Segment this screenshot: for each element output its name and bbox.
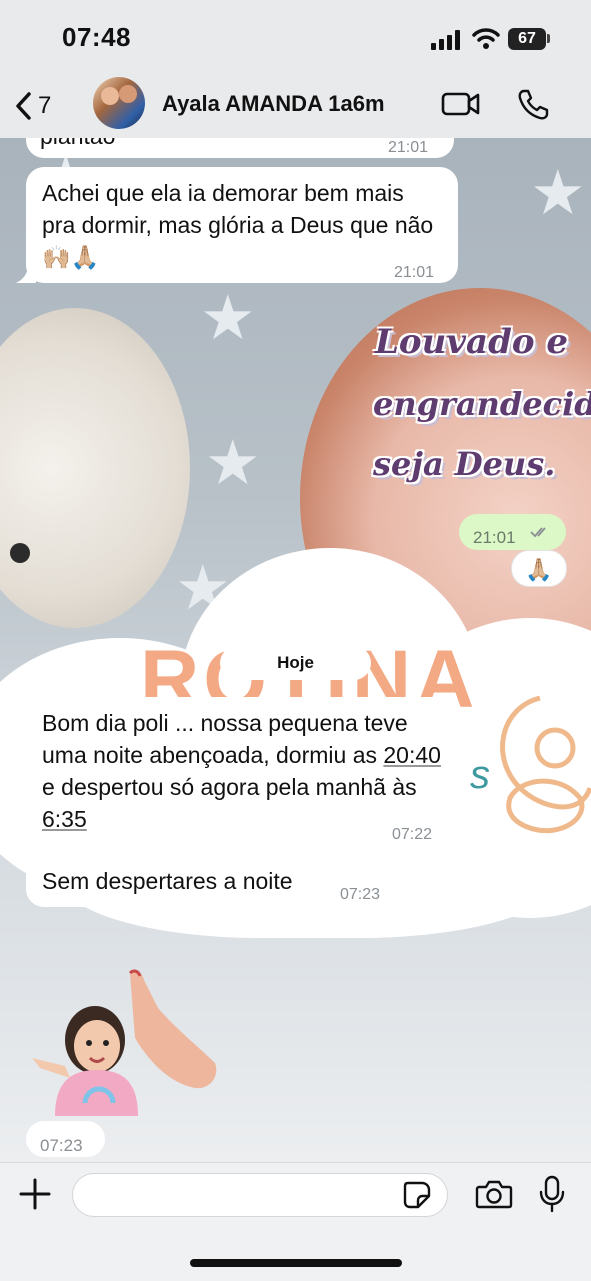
message-time: 07:23 xyxy=(340,886,381,903)
unread-count: 7 xyxy=(38,92,52,119)
phone-call-icon[interactable] xyxy=(516,88,550,122)
battery-icon: 67 xyxy=(508,28,546,50)
sticker-timestamp: 21:01 xyxy=(459,514,566,550)
wifi-icon xyxy=(472,28,500,49)
message-time: 21:01 xyxy=(473,528,516,547)
teddy-eye xyxy=(10,543,30,563)
time-link[interactable]: 6:35 xyxy=(42,806,87,832)
bubble-tail xyxy=(16,265,36,283)
reaction-badge[interactable]: 🙏🏼 xyxy=(511,550,567,587)
message-bubble-incoming[interactable]: Bom dia poli ... nossa pequena teve uma … xyxy=(26,697,458,849)
message-time: 07:22 xyxy=(392,826,433,843)
star-decoration: ★ xyxy=(205,429,261,498)
message-time: 07:23 xyxy=(40,1136,83,1155)
message-input[interactable] xyxy=(72,1173,448,1217)
status-time: 07:48 xyxy=(62,22,131,52)
star-decoration: ★ xyxy=(200,284,256,353)
sticker-text: seja Deus. xyxy=(373,445,556,483)
home-indicator xyxy=(190,1259,402,1267)
time-link[interactable]: 20:40 xyxy=(383,742,441,768)
wallpaper-decoration: s xyxy=(470,753,490,797)
back-button[interactable]: 7 xyxy=(14,84,74,128)
video-call-icon[interactable] xyxy=(441,90,481,118)
microphone-icon[interactable] xyxy=(538,1175,566,1213)
contact-name[interactable]: Ayala AMANDA 1a6m xyxy=(162,91,385,117)
battery-nub xyxy=(547,34,550,43)
mother-baby-illustration xyxy=(500,695,591,834)
child-photo-sticker[interactable] xyxy=(30,968,220,1118)
message-text: Sem despertares a noite xyxy=(42,868,293,894)
camera-icon[interactable] xyxy=(475,1178,513,1210)
date-divider: Hoje xyxy=(220,646,371,680)
teddy-bear-photo xyxy=(0,308,190,628)
message-bubble-incoming[interactable]: Achei que ela ia demorar bem mais pra do… xyxy=(26,167,458,283)
sticker-text: engrandecido xyxy=(373,385,591,423)
message-text-part: e despertou só agora pela manhã às xyxy=(42,774,417,800)
message-text: Achei que ela ia demorar bem mais pra do… xyxy=(42,180,434,270)
message-time: 21:01 xyxy=(394,264,435,281)
double-check-icon xyxy=(530,527,546,538)
signal-icon xyxy=(431,30,460,50)
chevron-left-icon xyxy=(16,92,31,120)
message-text-part: Bom dia poli ... nossa pequena teve uma … xyxy=(42,710,408,768)
star-decoration: ★ xyxy=(530,159,586,228)
message-bubble-incoming[interactable]: Sem despertares a noite 07:23 xyxy=(26,855,405,907)
sticker-text: Louvado e xyxy=(375,322,569,362)
sticker-icon[interactable] xyxy=(402,1180,432,1210)
contact-avatar[interactable] xyxy=(93,77,145,129)
plus-icon[interactable] xyxy=(19,1178,51,1210)
photo-timestamp: 07:23 xyxy=(26,1121,105,1157)
